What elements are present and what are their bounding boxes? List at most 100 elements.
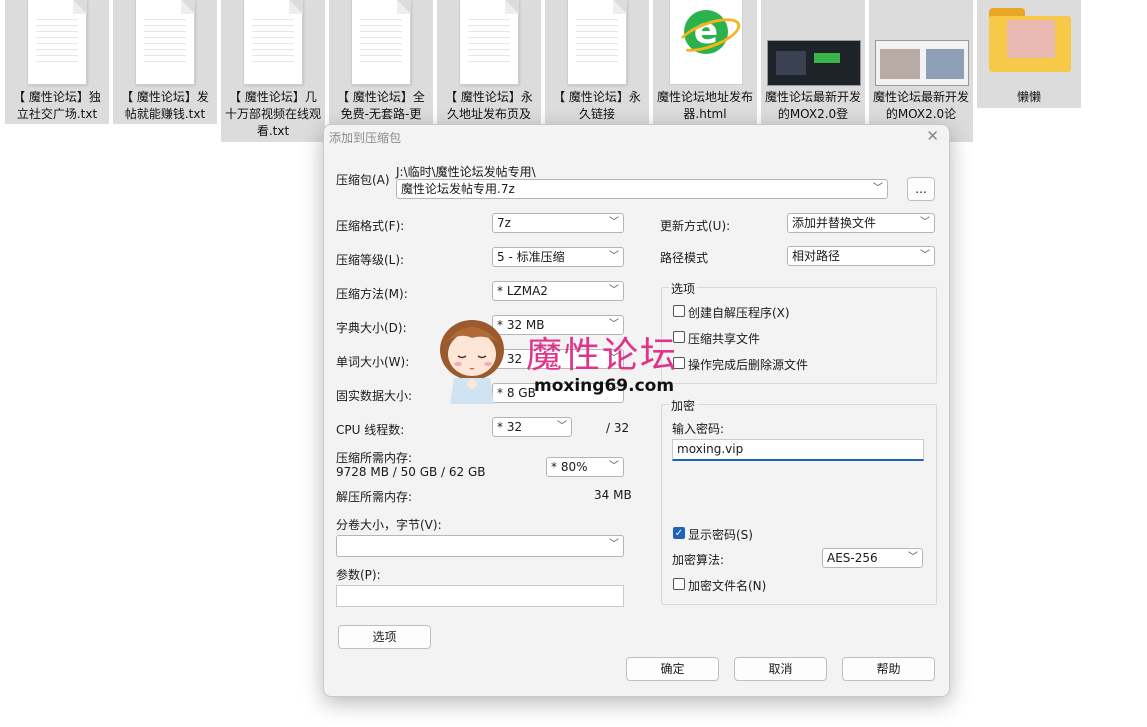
chevron-down-icon: ﹀ (908, 552, 918, 563)
dict-label: 字典大小(D): (336, 321, 407, 335)
show-password-checkbox[interactable]: ✓ (673, 527, 685, 539)
method-select[interactable]: * LZMA2 ﹀ (492, 281, 624, 301)
text-file-icon (243, 0, 303, 85)
encryption-method-select[interactable]: AES-256 ﹀ (822, 548, 923, 568)
archive-path: J:\临时\魔性论坛发帖专用\ (396, 165, 536, 179)
watermark-url: moxing69.com (534, 376, 675, 396)
watermark-text: 魔性论坛 (526, 335, 679, 376)
sfx-checkbox[interactable] (673, 305, 685, 317)
file-name: 【 魔性论坛】几十万部视频在线观看.txt (225, 90, 322, 138)
text-file-icon (135, 0, 195, 85)
file-name: 【 魔性论坛】全免费-无套路-更 (337, 90, 425, 121)
folder-name: 懒懒 (1016, 90, 1041, 104)
text-file-icon (27, 0, 87, 85)
file-icon-html[interactable]: e 魔性论坛地址发布器.html (653, 0, 757, 124)
cancel-button[interactable]: 取消 (734, 657, 827, 681)
volume-select[interactable]: ﹀ (336, 535, 624, 557)
mem-compress-label: 压缩所需内存: (336, 451, 413, 465)
level-select[interactable]: 5 - 标准压缩 ﹀ (492, 247, 624, 267)
mem-decompress-label: 解压所需内存: (336, 490, 413, 504)
browse-button[interactable]: ... (907, 177, 935, 201)
archive-label: 压缩包(A) (336, 173, 390, 187)
encryption-method-value: AES-256 (827, 551, 878, 565)
file-icon-txt[interactable]: 【 魔性论坛】独立社交广场.txt (5, 0, 109, 124)
path-mode-value: 相对路径 (792, 249, 841, 263)
dialog-title: 添加到压缩包 (329, 131, 402, 145)
params-input[interactable] (336, 585, 624, 607)
chevron-down-icon: ﹀ (609, 251, 619, 262)
word-label: 单词大小(W): (336, 355, 410, 369)
update-value: 添加并替换文件 (792, 216, 877, 230)
file-name: 魔性论坛最新开发的MOX2.0论 (873, 90, 970, 121)
encryption-group-title: 加密 (669, 397, 698, 414)
mem-compress-value: * 80% (551, 460, 588, 474)
mascot-girl-icon (440, 320, 504, 404)
file-icon-txt[interactable]: 【 魔性论坛】几十万部视频在线观看.txt (221, 0, 325, 142)
threads-max: / 32 (606, 421, 630, 435)
format-select[interactable]: 7z ﹀ (492, 213, 624, 233)
chevron-down-icon: ﹀ (609, 285, 619, 296)
update-label: 更新方式(U): (660, 219, 731, 233)
encryption-method-label: 加密算法: (672, 553, 725, 567)
params-label: 参数(P): (336, 568, 381, 582)
html-file-icon: e (669, 0, 745, 85)
chevron-down-icon: ﹀ (609, 539, 619, 550)
threads-value: * 32 (497, 420, 523, 434)
folder-tile[interactable]: 懒懒 (977, 0, 1081, 108)
close-icon[interactable]: ✕ (926, 127, 939, 145)
method-value: * LZMA2 (497, 284, 548, 298)
file-icon-image[interactable]: 魔性论坛最新开发的MOX2.0登 (761, 0, 865, 124)
chevron-down-icon: ﹀ (557, 421, 567, 432)
file-name: 魔性论坛最新开发的MOX2.0登 (765, 90, 862, 121)
file-icon-txt[interactable]: 【 魔性论坛】全免费-无套路-更 (329, 0, 433, 124)
solid-label: 固实数据大小: (336, 389, 413, 403)
password-label: 输入密码: (672, 422, 725, 436)
archive-name-value: 魔性论坛发帖专用.7z (401, 182, 515, 196)
chevron-down-icon: ﹀ (873, 183, 883, 194)
mem-compress-select[interactable]: * 80% ﹀ (546, 457, 624, 477)
delete-label: 操作完成后删除源文件 (688, 358, 809, 372)
show-password-label: 显示密码(S) (688, 528, 753, 542)
format-label: 压缩格式(F): (336, 219, 405, 233)
mem-compress-detail: 9728 MB / 50 GB / 62 GB (336, 465, 486, 479)
file-name: 【 魔性论坛】独立社交广场.txt (13, 90, 101, 121)
options-group-title: 选项 (669, 280, 698, 297)
ok-button[interactable]: 确定 (626, 657, 719, 681)
file-name: 【 魔性论坛】发帖就能赚钱.txt (121, 90, 209, 121)
method-label: 压缩方法(M): (336, 287, 408, 301)
text-file-icon (351, 0, 411, 85)
file-name: 【 魔性论坛】永久链接 (553, 90, 641, 121)
path-mode-label: 路径模式 (660, 251, 709, 265)
format-value: 7z (497, 216, 511, 230)
chevron-down-icon: ﹀ (609, 217, 619, 228)
threads-select[interactable]: * 32 ﹀ (492, 417, 572, 437)
sfx-label: 创建自解压程序(X) (688, 306, 790, 320)
add-to-archive-dialog: 添加到压缩包 ✕ 压缩包(A) J:\临时\魔性论坛发帖专用\ 魔性论坛发帖专用… (323, 124, 950, 697)
encrypt-names-label: 加密文件名(N) (688, 579, 767, 593)
threads-label: CPU 线程数: (336, 423, 405, 437)
text-file-icon (567, 0, 627, 85)
mem-decompress-value: 34 MB (594, 488, 632, 502)
file-icon-txt[interactable]: 【 魔性论坛】永久地址发布页及 (437, 0, 541, 124)
file-name: 魔性论坛地址发布器.html (657, 90, 754, 121)
volume-label: 分卷大小，字节(V): (336, 518, 442, 532)
password-input[interactable]: moxing.vip (672, 439, 924, 461)
chevron-down-icon: ﹀ (920, 250, 930, 261)
options-button[interactable]: 选项 (338, 625, 431, 649)
image-thumbnail-icon (767, 40, 861, 86)
level-value: 5 - 标准压缩 (497, 250, 565, 264)
file-icon-txt[interactable]: 【 魔性论坛】发帖就能赚钱.txt (113, 0, 217, 124)
archive-name-combo[interactable]: 魔性论坛发帖专用.7z ﹀ (396, 179, 888, 199)
path-mode-select[interactable]: 相对路径 ﹀ (787, 246, 935, 266)
folder-icon (989, 8, 1071, 72)
encrypt-names-checkbox[interactable] (673, 578, 685, 590)
text-file-icon (459, 0, 519, 85)
level-label: 压缩等级(L): (336, 253, 405, 267)
help-button[interactable]: 帮助 (842, 657, 935, 681)
update-select[interactable]: 添加并替换文件 ﹀ (787, 213, 935, 233)
chevron-down-icon: ﹀ (609, 461, 619, 472)
file-name: 【 魔性论坛】永久地址发布页及 (445, 90, 533, 121)
file-icon-txt[interactable]: 【 魔性论坛】永久链接 (545, 0, 649, 124)
file-icon-image[interactable]: 魔性论坛最新开发的MOX2.0论 (869, 0, 973, 142)
chevron-down-icon: ﹀ (920, 217, 930, 228)
